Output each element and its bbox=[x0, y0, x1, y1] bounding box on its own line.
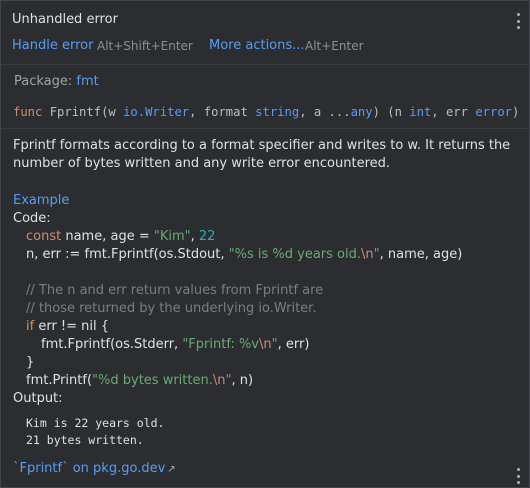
output-line: 21 bytes written. bbox=[26, 433, 144, 447]
documentation-popup: Unhandled error Handle error Alt+Shift+E… bbox=[0, 0, 530, 488]
divider bbox=[1, 128, 529, 129]
more-options-icon[interactable] bbox=[511, 13, 525, 29]
error-header: Unhandled error Handle error Alt+Shift+E… bbox=[1, 1, 529, 65]
code-line: const name, age = "Kim", 22 bbox=[26, 229, 216, 244]
pkg-go-dev-link-label: `Fprintf` on pkg.go.dev bbox=[13, 461, 166, 476]
func-keyword: func bbox=[13, 105, 43, 119]
pkg-go-dev-link[interactable]: `Fprintf` on pkg.go.dev ↗ bbox=[13, 461, 176, 476]
sig-mid2: , a ... bbox=[299, 105, 351, 119]
code-line: fmt.Printf("%d bytes written.\n", n) bbox=[26, 373, 254, 388]
error-title: Unhandled error bbox=[12, 12, 118, 27]
external-link-icon: ↗ bbox=[167, 464, 176, 475]
sig-mid4: , err bbox=[431, 105, 476, 119]
package-name-link[interactable]: fmt bbox=[76, 74, 98, 89]
sig-n-type[interactable]: int bbox=[409, 105, 431, 119]
output-line: Kim is 22 years old. bbox=[26, 416, 165, 430]
more-actions-link[interactable]: More actions... bbox=[209, 38, 305, 53]
example-link[interactable]: Example bbox=[13, 193, 69, 208]
package-line: Package: fmt bbox=[14, 74, 99, 89]
code-comment: // The n and err return values from Fpri… bbox=[26, 283, 324, 298]
function-description: Fprintf formats according to a format sp… bbox=[13, 138, 511, 171]
code-line: fmt.Fprintf(os.Stderr, "Fprintf: %v\n", … bbox=[41, 337, 310, 352]
sig-err-type[interactable]: error bbox=[475, 105, 512, 119]
sig-w-type[interactable]: io.Writer bbox=[123, 105, 189, 119]
sig-format-type[interactable]: string bbox=[255, 105, 299, 119]
code-line: } bbox=[26, 355, 35, 370]
code-line: if err != nil { bbox=[26, 319, 110, 334]
output-label: Output: bbox=[13, 391, 63, 406]
code-comment: // those returned by the underlying io.W… bbox=[26, 301, 317, 316]
function-signature: func Fprintf(w io.Writer, format string,… bbox=[13, 105, 519, 119]
code-label: Code: bbox=[13, 211, 51, 226]
sig-a-type[interactable]: any bbox=[351, 105, 373, 119]
handle-error-link[interactable]: Handle error bbox=[12, 38, 93, 53]
handle-error-shortcut: Alt+Shift+Enter bbox=[97, 39, 193, 53]
package-label: Package: bbox=[14, 74, 73, 89]
more-options-icon[interactable] bbox=[511, 468, 525, 484]
sig-end: ) bbox=[512, 105, 520, 119]
more-actions-shortcut: Alt+Enter bbox=[305, 39, 364, 53]
code-line: n, err := fmt.Fprintf(os.Stdout, "%s is … bbox=[26, 247, 463, 262]
sig-name: Fprintf(w bbox=[49, 105, 124, 119]
sig-mid1: , format bbox=[189, 105, 256, 119]
sig-mid3: ) (n bbox=[372, 105, 410, 119]
